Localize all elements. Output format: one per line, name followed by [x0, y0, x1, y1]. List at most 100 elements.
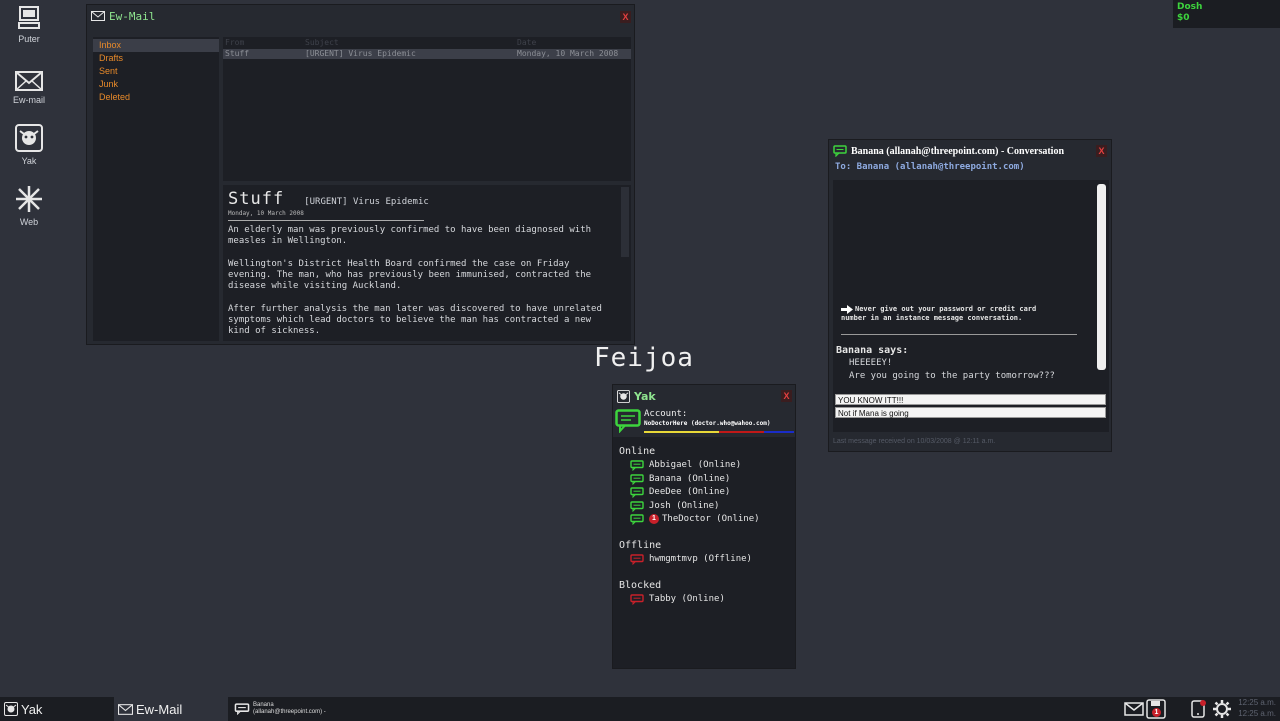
desktop-icon-puter[interactable]: Puter [0, 6, 59, 44]
contact-item[interactable]: 1 TheDoctor (Online) [630, 513, 760, 525]
conversation-window: Banana (allanah@threepoint.com) - Conver… [828, 139, 1112, 452]
conversation-title: Banana (allanah@threepoint.com) - Conver… [851, 145, 1065, 157]
sender-label: Banana says: [836, 345, 909, 356]
computer-icon [18, 6, 40, 29]
message-view: Stuff [URGENT] Virus Epidemic Monday, 10… [223, 185, 631, 341]
unread-badge: 1 [649, 514, 659, 524]
message-view-date: Monday, 10 March 2008 [228, 210, 304, 217]
contact-name: Banana (Online) [649, 474, 731, 484]
folder-inbox[interactable]: Inbox [93, 39, 219, 52]
message-subject: [URGENT] Virus Epidemic [305, 49, 416, 58]
yak-window: Yak X Account: NoDoctorHere (doctor.who@… [612, 384, 796, 669]
email-close-button[interactable]: X [620, 11, 631, 23]
arrow-right-icon [841, 305, 853, 314]
dosh-label: Dosh [1177, 2, 1203, 12]
conversation-scrollbar[interactable] [1097, 184, 1106, 370]
contact-name: TheDoctor (Online) [662, 514, 760, 524]
chat-bubble-icon [615, 409, 641, 433]
message-list-header: From Subject Date [223, 37, 631, 49]
email-title: Ew-Mail [109, 9, 156, 23]
taskbar-item-yak[interactable]: Yak [0, 697, 114, 721]
floating-label: Feijoa [594, 343, 694, 373]
email-window: Ew-Mail X Inbox Drafts Sent Junk Deleted… [86, 4, 635, 345]
taskbar-item-ewmail[interactable]: Ew-Mail [114, 697, 228, 721]
column-date[interactable]: Date [517, 37, 631, 49]
message-paragraph: Wellington's District Health Board confi… [228, 259, 592, 291]
dosh-value: $0 [1177, 13, 1190, 23]
message-from: Stuff [225, 49, 250, 58]
contact-name: Tabby (Online) [649, 594, 725, 604]
contact-item[interactable]: Banana (Online) [630, 473, 730, 485]
envelope-icon [118, 703, 133, 715]
folder-list: Inbox Drafts Sent Junk Deleted [93, 37, 219, 341]
folder-junk[interactable]: Junk [93, 78, 219, 91]
message-scrollbar[interactable] [621, 187, 629, 257]
message-view-subject: [URGENT] Virus Epidemic [304, 197, 429, 207]
tray-mail-icon[interactable] [1124, 702, 1144, 716]
yak-title: Yak [634, 389, 656, 403]
conversation-close-button[interactable]: X [1096, 145, 1107, 157]
contact-item[interactable]: DeeDee (Online) [630, 486, 730, 498]
section-blocked: Blocked [619, 580, 662, 591]
contact-item[interactable]: hwmgmtmvp (Offline) [630, 553, 752, 565]
offline-chat-icon [630, 553, 644, 565]
message-row[interactable]: Stuff [URGENT] Virus Epidemic Monday, 10… [223, 49, 631, 59]
tray-device-button[interactable] [1190, 700, 1208, 718]
yak-close-button[interactable]: X [781, 390, 792, 402]
conversation-titlebar[interactable]: Banana (allanah@threepoint.com) - Conver… [829, 140, 1111, 162]
desktop-icon-yak[interactable]: Yak [0, 124, 59, 166]
online-chat-icon [630, 459, 644, 471]
taskbar-item-label: Banana [253, 702, 274, 708]
account-name: NoDoctorHere (doctor.who@wahoo.com) [644, 420, 771, 427]
folder-sent[interactable]: Sent [93, 65, 219, 78]
desktop-icon-label: Puter [18, 34, 40, 44]
yak-icon [15, 124, 43, 152]
message-paragraph: An elderly man was previously confirmed … [228, 225, 592, 246]
warning-line: number in an instance message conversati… [841, 314, 1023, 322]
envelope-icon [91, 11, 105, 21]
section-online: Online [619, 446, 656, 457]
reply-option[interactable]: YOU KNOW ITT!!! [835, 394, 1106, 405]
tray-save-button[interactable]: 1 [1146, 699, 1166, 719]
contact-name: Abbigael (Online) [649, 460, 742, 470]
warning-line: Never give out your password or credit c… [855, 305, 1037, 313]
folder-drafts[interactable]: Drafts [93, 52, 219, 65]
column-subject[interactable]: Subject [305, 37, 517, 49]
desktop-icon-label: Ew-mail [12, 95, 45, 105]
chat-message: Are you going to the party tomorrow??? [849, 371, 1055, 381]
yak-titlebar[interactable]: Yak [613, 385, 795, 407]
account-label: Account: [644, 409, 688, 419]
taskbar-item-conversation[interactable]: Banana (allanah@threepoint.com) - [230, 697, 344, 721]
email-titlebar[interactable]: Ew-Mail [87, 5, 634, 27]
last-message-status: Last message received on 10/03/2008 @ 12… [833, 438, 996, 445]
gear-icon[interactable] [1212, 699, 1232, 719]
taskbar-item-sublabel: (allanah@threepoint.com) - [253, 709, 326, 715]
taskbar: Yak Ew-Mail Banana (allanah@threepoint.c… [0, 697, 1280, 721]
reply-option[interactable]: Not if Mana is going [835, 407, 1106, 418]
desktop-icon-label: Web [19, 217, 39, 227]
chat-message: HEEEEEY! [849, 358, 893, 368]
desktop-icon-ewmail[interactable]: Ew-mail [0, 71, 59, 105]
contact-item[interactable]: Abbigael (Online) [630, 459, 741, 471]
column-from[interactable]: From [225, 37, 305, 49]
tray-badge: 1 [1152, 708, 1161, 717]
clock-time: 12:25 a.m. [1238, 698, 1276, 707]
chat-bubble-icon [234, 703, 250, 715]
dosh-panel: Dosh $0 [1173, 0, 1280, 28]
contact-item[interactable]: Tabby (Online) [630, 593, 725, 605]
divider [841, 334, 1077, 335]
online-chat-icon [630, 486, 644, 498]
yak-account[interactable]: Account: NoDoctorHere (doctor.who@wahoo.… [613, 407, 795, 437]
taskbar-item-label: Ew-Mail [136, 701, 183, 717]
yak-icon [617, 389, 630, 403]
contact-name: DeeDee (Online) [649, 487, 731, 497]
blocked-chat-icon [630, 593, 644, 605]
red-status-icon [1200, 700, 1206, 706]
message-view-from: Stuff [228, 189, 285, 209]
desktop-icon-web[interactable]: Web [0, 185, 59, 227]
divider [228, 220, 424, 221]
envelope-icon [15, 71, 43, 91]
folder-deleted[interactable]: Deleted [93, 91, 219, 104]
contact-item[interactable]: Josh (Online) [630, 500, 719, 512]
contact-name: hwmgmtmvp (Offline) [649, 554, 752, 564]
